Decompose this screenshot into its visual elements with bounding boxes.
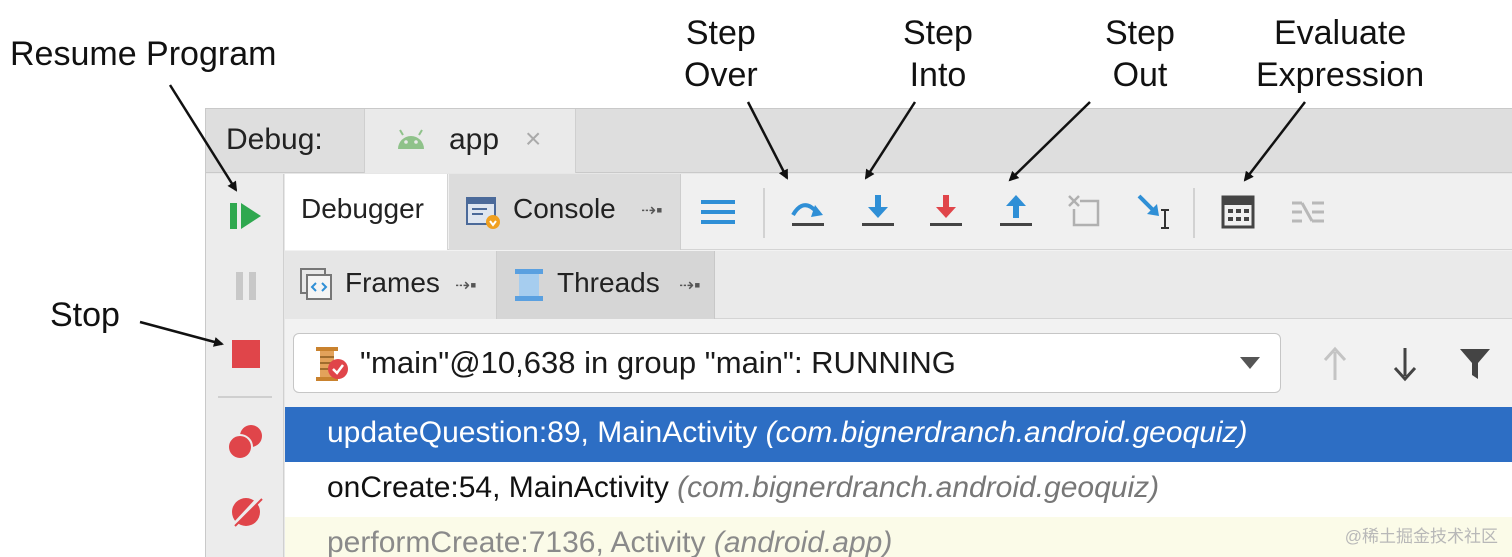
arrow-up-icon xyxy=(1323,346,1347,380)
callout-evaluate-expression: Evaluate Expression xyxy=(1256,14,1425,94)
tab-app[interactable]: app × xyxy=(364,109,576,173)
previous-frame-button[interactable] xyxy=(1315,342,1355,386)
step-into-button[interactable] xyxy=(858,192,898,232)
watermark: @稀土掘金技术社区 xyxy=(1344,527,1498,546)
console-icon xyxy=(466,197,500,229)
close-icon[interactable]: × xyxy=(525,123,541,155)
resume-icon xyxy=(230,203,261,229)
stop-button[interactable] xyxy=(226,334,266,374)
resume-program-button[interactable] xyxy=(226,196,266,236)
callout-stop: Stop xyxy=(50,296,120,334)
view-breakpoints-button[interactable] xyxy=(226,422,266,462)
frame-row[interactable]: performCreate:7136, Activity (android.ap… xyxy=(285,517,1512,557)
run-to-cursor-button[interactable] xyxy=(1135,192,1175,232)
debug-tool-window: Debug: app × Debugger Console ⇢▪ Frames … xyxy=(205,108,1512,557)
step-out-icon xyxy=(1000,195,1032,226)
filter-icon xyxy=(1460,349,1490,379)
side-toolbar xyxy=(206,174,284,557)
debugger-panel: Debugger Console ⇢▪ Frames ⇢▪ Threads ⇢▪… xyxy=(285,174,1512,557)
frame-row[interactable]: onCreate:54, MainActivity (com.bignerdra… xyxy=(285,462,1512,517)
toolbar-separator xyxy=(763,188,765,238)
debugger-tabs-row: Debugger Console ⇢▪ xyxy=(285,174,1512,250)
step-over-icon xyxy=(791,203,824,226)
breakpoints-icon xyxy=(227,425,262,460)
android-icon xyxy=(398,129,424,149)
mute-breakpoints-icon xyxy=(231,495,263,528)
frame-method: performCreate:7136, Activity xyxy=(327,526,706,557)
tab-app-label: app xyxy=(449,123,500,156)
force-step-into-icon xyxy=(930,195,962,226)
arrow-down-icon xyxy=(1393,348,1417,382)
pin-icon[interactable]: ⇢▪ xyxy=(641,200,662,221)
step-out-button[interactable] xyxy=(996,192,1036,232)
threads-icon xyxy=(515,269,543,301)
frames-icon xyxy=(300,268,332,300)
next-frame-button[interactable] xyxy=(1385,342,1425,386)
frame-package: (android.app) xyxy=(713,526,893,557)
thread-selector-row: "main"@10,638 in group "main": RUNNING xyxy=(285,320,1512,406)
tab-console[interactable]: Console ⇢▪ xyxy=(449,174,681,250)
pin-icon[interactable]: ⇢▪ xyxy=(455,275,476,296)
trace-stream-icon xyxy=(1292,201,1324,223)
callout-step-into: Step Into xyxy=(903,14,973,94)
callout-step-out: Step Out xyxy=(1105,14,1175,94)
step-into-icon xyxy=(862,195,894,226)
evaluate-expression-button[interactable] xyxy=(1218,192,1258,232)
thread-selector-dropdown[interactable]: "main"@10,638 in group "main": RUNNING xyxy=(293,333,1281,393)
debug-title-bar: Debug: app × xyxy=(206,109,1512,173)
pause-program-button[interactable] xyxy=(226,266,266,306)
run-to-cursor-icon xyxy=(1137,194,1169,229)
debug-label: Debug: xyxy=(226,123,323,156)
filter-button[interactable] xyxy=(1455,342,1495,386)
show-execution-point-button[interactable] xyxy=(698,192,738,232)
tab-console-label: Console xyxy=(513,193,616,224)
step-over-button[interactable] xyxy=(788,192,828,232)
tab-frames-label: Frames xyxy=(345,267,440,298)
pause-icon xyxy=(236,272,256,300)
stop-icon xyxy=(232,340,260,368)
frame-row[interactable]: updateQuestion:89, MainActivity (com.big… xyxy=(285,407,1512,462)
frame-method: onCreate:54, MainActivity xyxy=(327,471,669,504)
drop-frame-button[interactable] xyxy=(1065,192,1105,232)
force-step-into-button[interactable] xyxy=(926,192,966,232)
calculator-icon xyxy=(1221,195,1255,229)
frame-method: updateQuestion:89, MainActivity xyxy=(327,416,758,449)
mute-breakpoints-button[interactable] xyxy=(226,492,266,532)
tab-threads-label: Threads xyxy=(557,267,660,298)
chevron-down-icon xyxy=(1240,357,1260,369)
drop-frame-icon xyxy=(1068,195,1100,227)
tab-debugger[interactable]: Debugger xyxy=(285,174,448,250)
thread-selector-value: "main"@10,638 in group "main": RUNNING xyxy=(360,345,956,380)
callout-resume-program: Resume Program xyxy=(10,35,277,73)
frames-list: updateQuestion:89, MainActivity (com.big… xyxy=(285,407,1512,557)
frames-threads-tabs: Frames ⇢▪ Threads ⇢▪ xyxy=(285,251,1512,319)
frame-package: (com.bignerdranch.android.geoquiz) xyxy=(765,416,1248,449)
menu-lines-icon xyxy=(701,200,735,224)
toolbar-separator xyxy=(1193,188,1195,238)
tab-debugger-label: Debugger xyxy=(301,193,424,224)
thread-running-icon xyxy=(316,347,348,381)
side-toolbar-separator xyxy=(218,396,272,398)
callout-step-over: Step Over xyxy=(684,14,758,94)
pin-icon[interactable]: ⇢▪ xyxy=(679,275,700,296)
tab-threads[interactable]: Threads ⇢▪ xyxy=(497,251,715,319)
tab-frames[interactable]: Frames ⇢▪ xyxy=(285,251,497,319)
trace-current-stream-button[interactable] xyxy=(1288,192,1328,232)
frame-package: (com.bignerdranch.android.geoquiz) xyxy=(677,471,1160,504)
